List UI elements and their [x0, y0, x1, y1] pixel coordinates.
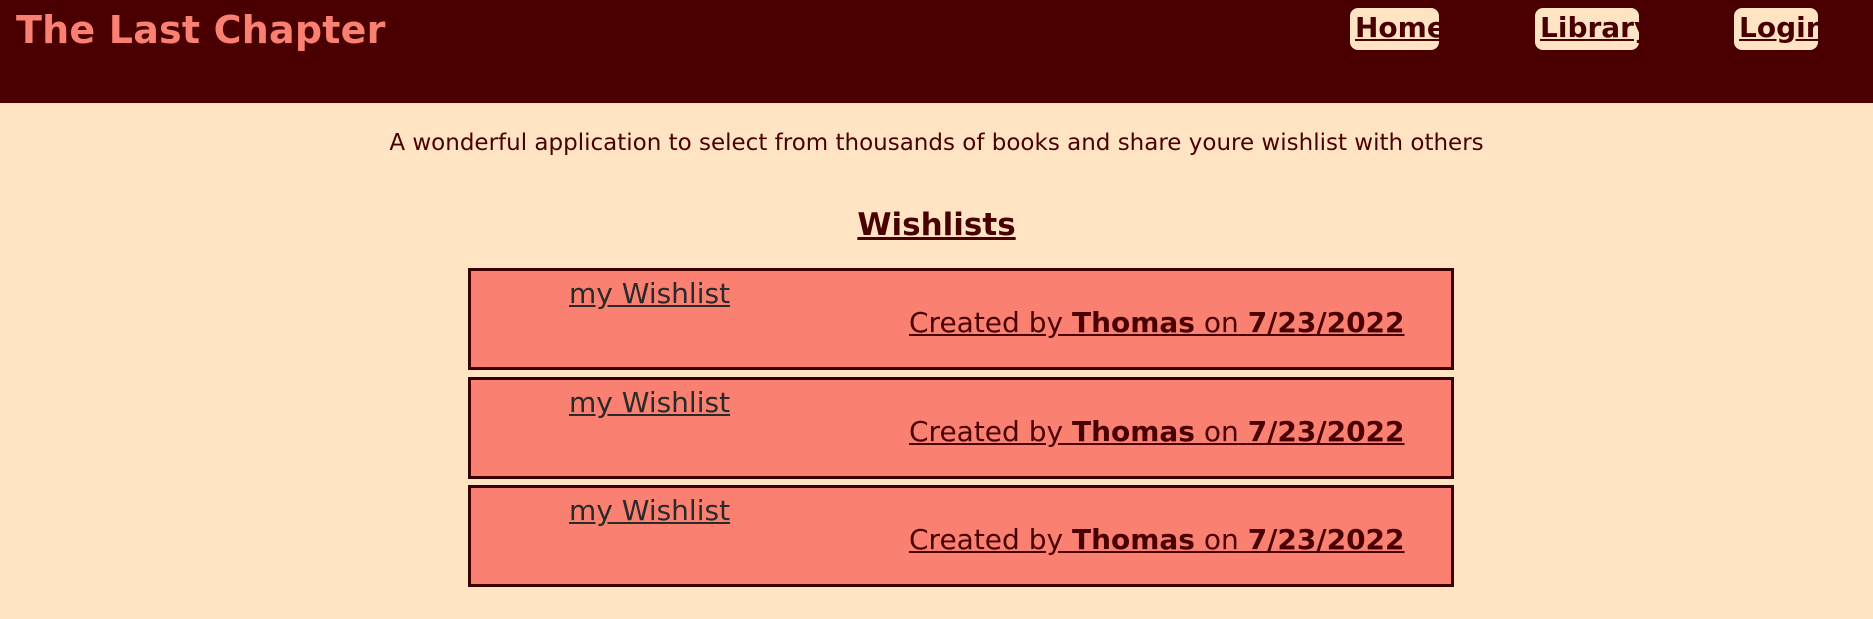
- wishlist-meta: Created by Thomas on 7/23/2022: [909, 415, 1405, 448]
- wishlist-author: Thomas: [1071, 523, 1195, 556]
- section-title: Wishlists: [857, 207, 1016, 243]
- wishlist-meta: Created by Thomas on 7/23/2022: [909, 523, 1405, 556]
- wishlist-link[interactable]: my Wishlist: [569, 277, 730, 310]
- wishlist-link[interactable]: my Wishlist: [569, 386, 730, 419]
- nav-library-button[interactable]: Library: [1535, 8, 1652, 50]
- wishlist-link[interactable]: my Wishlist: [569, 494, 730, 527]
- wishlist-author: Thomas: [1071, 306, 1195, 339]
- tagline: A wonderful application to select from t…: [389, 130, 1484, 156]
- on-label: on: [1203, 415, 1239, 448]
- wishlist-card: my Wishlist Created by Thomas on 7/23/20…: [468, 485, 1454, 587]
- created-by-label: Created by: [909, 415, 1064, 448]
- site-brand[interactable]: The Last Chapter: [16, 8, 386, 52]
- wishlist-author: Thomas: [1071, 415, 1195, 448]
- wishlist-date: 7/23/2022: [1247, 306, 1405, 339]
- on-label: on: [1203, 523, 1239, 556]
- nav-home-button[interactable]: Home: [1350, 8, 1446, 50]
- site-header: The Last Chapter Home Library Login: [0, 0, 1873, 103]
- on-label: on: [1203, 306, 1239, 339]
- created-by-label: Created by: [909, 306, 1064, 339]
- wishlist-date: 7/23/2022: [1247, 415, 1405, 448]
- created-by-label: Created by: [909, 523, 1064, 556]
- wishlist-card: my Wishlist Created by Thomas on 7/23/20…: [468, 268, 1454, 370]
- wishlist-card: my Wishlist Created by Thomas on 7/23/20…: [468, 377, 1454, 479]
- wishlist-date: 7/23/2022: [1247, 523, 1405, 556]
- nav-login-button[interactable]: Login: [1734, 8, 1826, 50]
- wishlist-meta: Created by Thomas on 7/23/2022: [909, 306, 1405, 339]
